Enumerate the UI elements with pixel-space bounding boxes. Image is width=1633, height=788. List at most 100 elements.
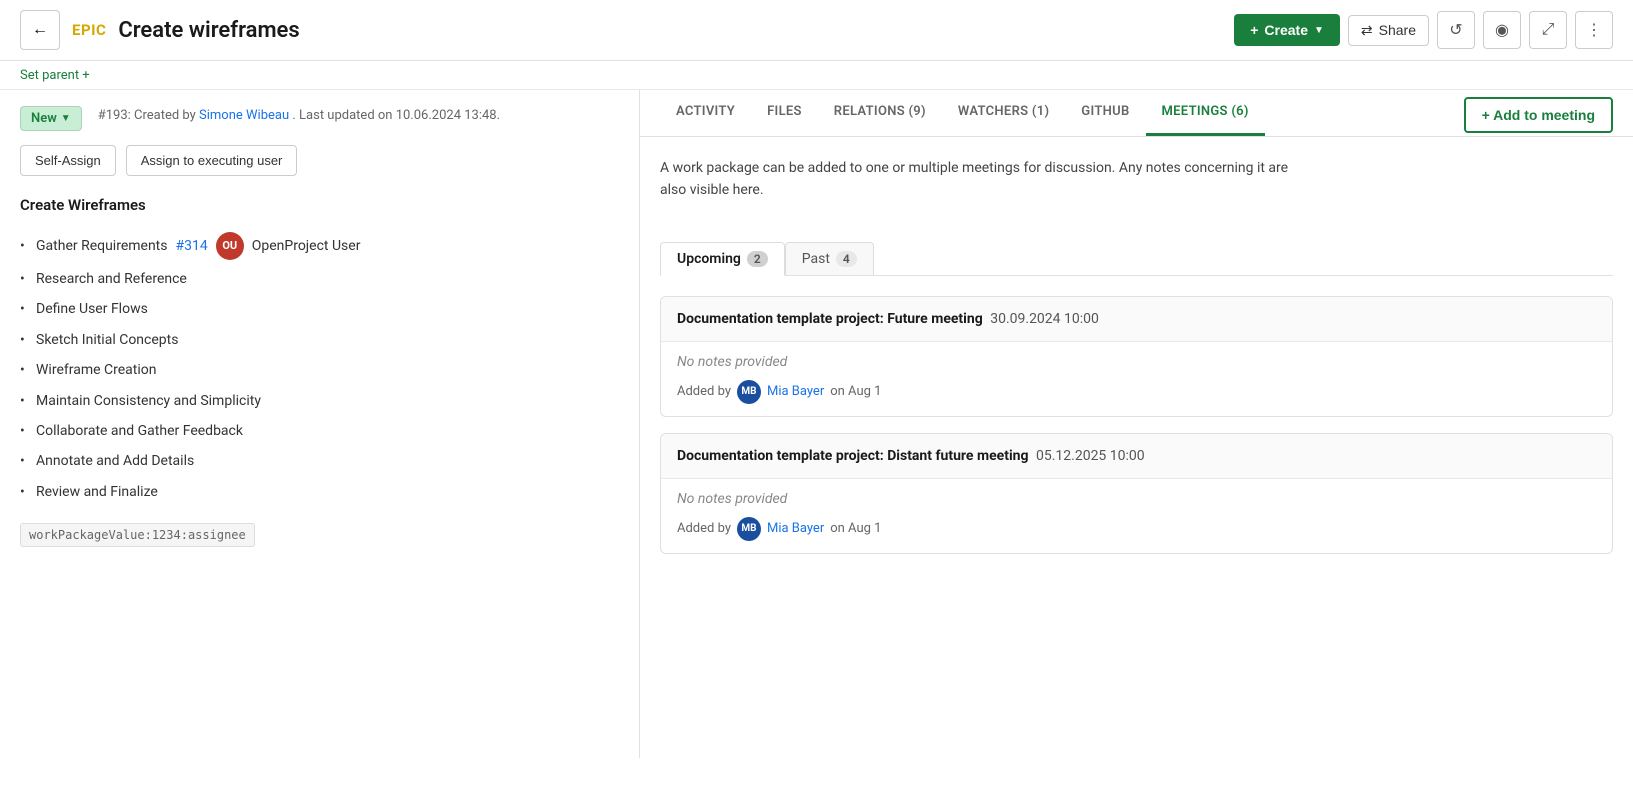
- self-assign-button[interactable]: Self-Assign: [20, 145, 116, 176]
- more-icon: ⋮: [1586, 20, 1602, 40]
- added-by-name: Mia Bayer: [767, 384, 824, 399]
- added-by-row: Added by MB Mia Bayer on Aug 1: [677, 517, 1596, 541]
- expand-button[interactable]: ⤢: [1529, 11, 1567, 49]
- meeting-notes: No notes provided: [677, 354, 1596, 370]
- more-button[interactable]: ⋮: [1575, 11, 1613, 49]
- share-button-label: Share: [1379, 22, 1416, 38]
- task-text: Wireframe Creation: [36, 359, 156, 381]
- meeting-cards: Documentation template project: Future m…: [660, 296, 1613, 554]
- sub-tab-count: 2: [747, 251, 768, 267]
- share-button[interactable]: ⇄ Share: [1348, 15, 1429, 46]
- meta-info: #193: Created by Simone Wibeau . Last up…: [98, 106, 500, 126]
- add-to-meeting-button[interactable]: + Add to meeting: [1464, 97, 1613, 133]
- task-text: Annotate and Add Details: [36, 450, 194, 472]
- refresh-button[interactable]: ↺: [1437, 11, 1475, 49]
- sub-tab-label: Past: [802, 251, 830, 267]
- sub-tab-past[interactable]: Past 4: [785, 242, 874, 275]
- meeting-card: Documentation template project: Future m…: [660, 296, 1613, 417]
- meeting-card: Documentation template project: Distant …: [660, 433, 1613, 554]
- task-list-item: Gather Requirements #314 OU OpenProject Use…: [20, 228, 619, 264]
- meta-suffix: . Last updated on 10.06.2024 13:48.: [292, 108, 500, 123]
- meta-prefix: #193: Created by: [98, 108, 196, 123]
- create-button[interactable]: + Create ▼: [1234, 14, 1340, 46]
- task-list-item: Define User Flows: [20, 294, 619, 324]
- added-by-name: Mia Bayer: [767, 521, 824, 536]
- avatar: MB: [737, 380, 761, 404]
- tab-watchers--1-[interactable]: WATCHERS (1): [942, 90, 1065, 136]
- status-row: New ▼ #193: Created by Simone Wibeau . L…: [20, 106, 619, 131]
- meeting-card-header: Documentation template project: Distant …: [661, 434, 1612, 479]
- set-parent-link[interactable]: Set parent +: [20, 68, 90, 83]
- task-text: Research and Reference: [36, 268, 187, 290]
- right-panel: ACTIVITYFILESRELATIONS (9)WATCHERS (1)GI…: [640, 90, 1633, 758]
- meeting-date: 05.12.2025 10:00: [1033, 448, 1145, 464]
- avatar: MB: [737, 517, 761, 541]
- task-text: Sketch Initial Concepts: [36, 329, 178, 351]
- added-on-date: on Aug 1: [830, 384, 881, 399]
- task-list-item: Review and Finalize: [20, 477, 619, 507]
- task-text: Maintain Consistency and Simplicity: [36, 390, 261, 412]
- task-list-item: Maintain Consistency and Simplicity: [20, 386, 619, 416]
- task-text: Review and Finalize: [36, 481, 158, 503]
- create-button-label: Create: [1264, 22, 1308, 38]
- task-list: Gather Requirements #314 OU OpenProject Use…: [20, 228, 619, 507]
- task-list-item: Annotate and Add Details: [20, 446, 619, 476]
- meetings-description: A work package can be added to one or mu…: [660, 157, 1300, 202]
- tab-activity[interactable]: ACTIVITY: [660, 90, 751, 136]
- sub-tab-label: Upcoming: [677, 251, 741, 267]
- left-panel: New ▼ #193: Created by Simone Wibeau . L…: [0, 90, 640, 758]
- task-text: Gather Requirements: [36, 235, 168, 257]
- meetings-content: A work package can be added to one or mu…: [640, 137, 1633, 590]
- share-icon: ⇄: [1361, 22, 1373, 39]
- set-parent-bar: Set parent +: [0, 61, 1633, 90]
- meeting-card-header: Documentation template project: Future m…: [661, 297, 1612, 342]
- code-block: workPackageValue:1234:assignee: [20, 523, 255, 547]
- tab-files[interactable]: FILES: [751, 90, 818, 136]
- status-badge-label: New: [31, 111, 57, 126]
- tab-relations--9-[interactable]: RELATIONS (9): [818, 90, 942, 136]
- assign-executing-user-button[interactable]: Assign to executing user: [126, 145, 298, 176]
- added-by-row: Added by MB Mia Bayer on Aug 1: [677, 380, 1596, 404]
- task-list-item: Collaborate and Gather Feedback: [20, 416, 619, 446]
- tab-github[interactable]: GITHUB: [1065, 90, 1145, 136]
- task-text: Define User Flows: [36, 298, 148, 320]
- eye-icon: ◉: [1495, 20, 1509, 40]
- expand-icon: ⤢: [1542, 21, 1555, 39]
- assignee-name: OpenProject User: [252, 235, 361, 257]
- task-link[interactable]: #314: [176, 235, 208, 257]
- top-bar: ← EPIC Create wireframes + Create ▼ ⇄ Sh…: [0, 0, 1633, 61]
- added-by-label: Added by: [677, 521, 731, 536]
- epic-badge: EPIC: [72, 21, 106, 39]
- added-on-date: on Aug 1: [830, 521, 881, 536]
- task-list-item: Research and Reference: [20, 264, 619, 294]
- top-bar-right: + Create ▼ ⇄ Share ↺ ◉ ⤢ ⋮: [1234, 11, 1613, 49]
- plus-icon: +: [1250, 22, 1258, 38]
- added-by-label: Added by: [677, 384, 731, 399]
- create-caret-icon: ▼: [1314, 25, 1324, 36]
- meeting-title: Documentation template project: Distant …: [677, 448, 1029, 464]
- task-list-item: Wireframe Creation: [20, 355, 619, 385]
- task-list-item: Sketch Initial Concepts: [20, 325, 619, 355]
- sub-tabs-bar: Upcoming 2 Past 4: [660, 242, 1613, 276]
- refresh-icon: ↺: [1449, 20, 1462, 40]
- created-by-link[interactable]: Simone Wibeau: [199, 108, 289, 123]
- sub-tab-count: 4: [836, 251, 857, 267]
- back-icon: ←: [32, 21, 48, 39]
- meeting-card-body: No notes provided Added by MB Mia Bayer on A…: [661, 479, 1612, 553]
- status-badge[interactable]: New ▼: [20, 106, 82, 131]
- task-text: Collaborate and Gather Feedback: [36, 420, 243, 442]
- top-bar-left: ← EPIC Create wireframes: [20, 10, 300, 50]
- eye-button[interactable]: ◉: [1483, 11, 1521, 49]
- meeting-notes: No notes provided: [677, 491, 1596, 507]
- desc-add-row: A work package can be added to one or mu…: [660, 157, 1613, 222]
- meeting-date: 30.09.2024 10:00: [987, 311, 1099, 327]
- meeting-title: Documentation template project: Future m…: [677, 311, 983, 327]
- back-button[interactable]: ←: [20, 10, 60, 50]
- page-title: Create wireframes: [118, 18, 299, 43]
- sub-tab-upcoming[interactable]: Upcoming 2: [660, 242, 785, 276]
- tab-meetings--6-[interactable]: MEETINGS (6): [1146, 90, 1265, 136]
- status-caret-icon: ▼: [61, 113, 71, 124]
- section-title: Create Wireframes: [20, 196, 619, 214]
- avatar: OU: [216, 232, 244, 260]
- main-layout: New ▼ #193: Created by Simone Wibeau . L…: [0, 90, 1633, 758]
